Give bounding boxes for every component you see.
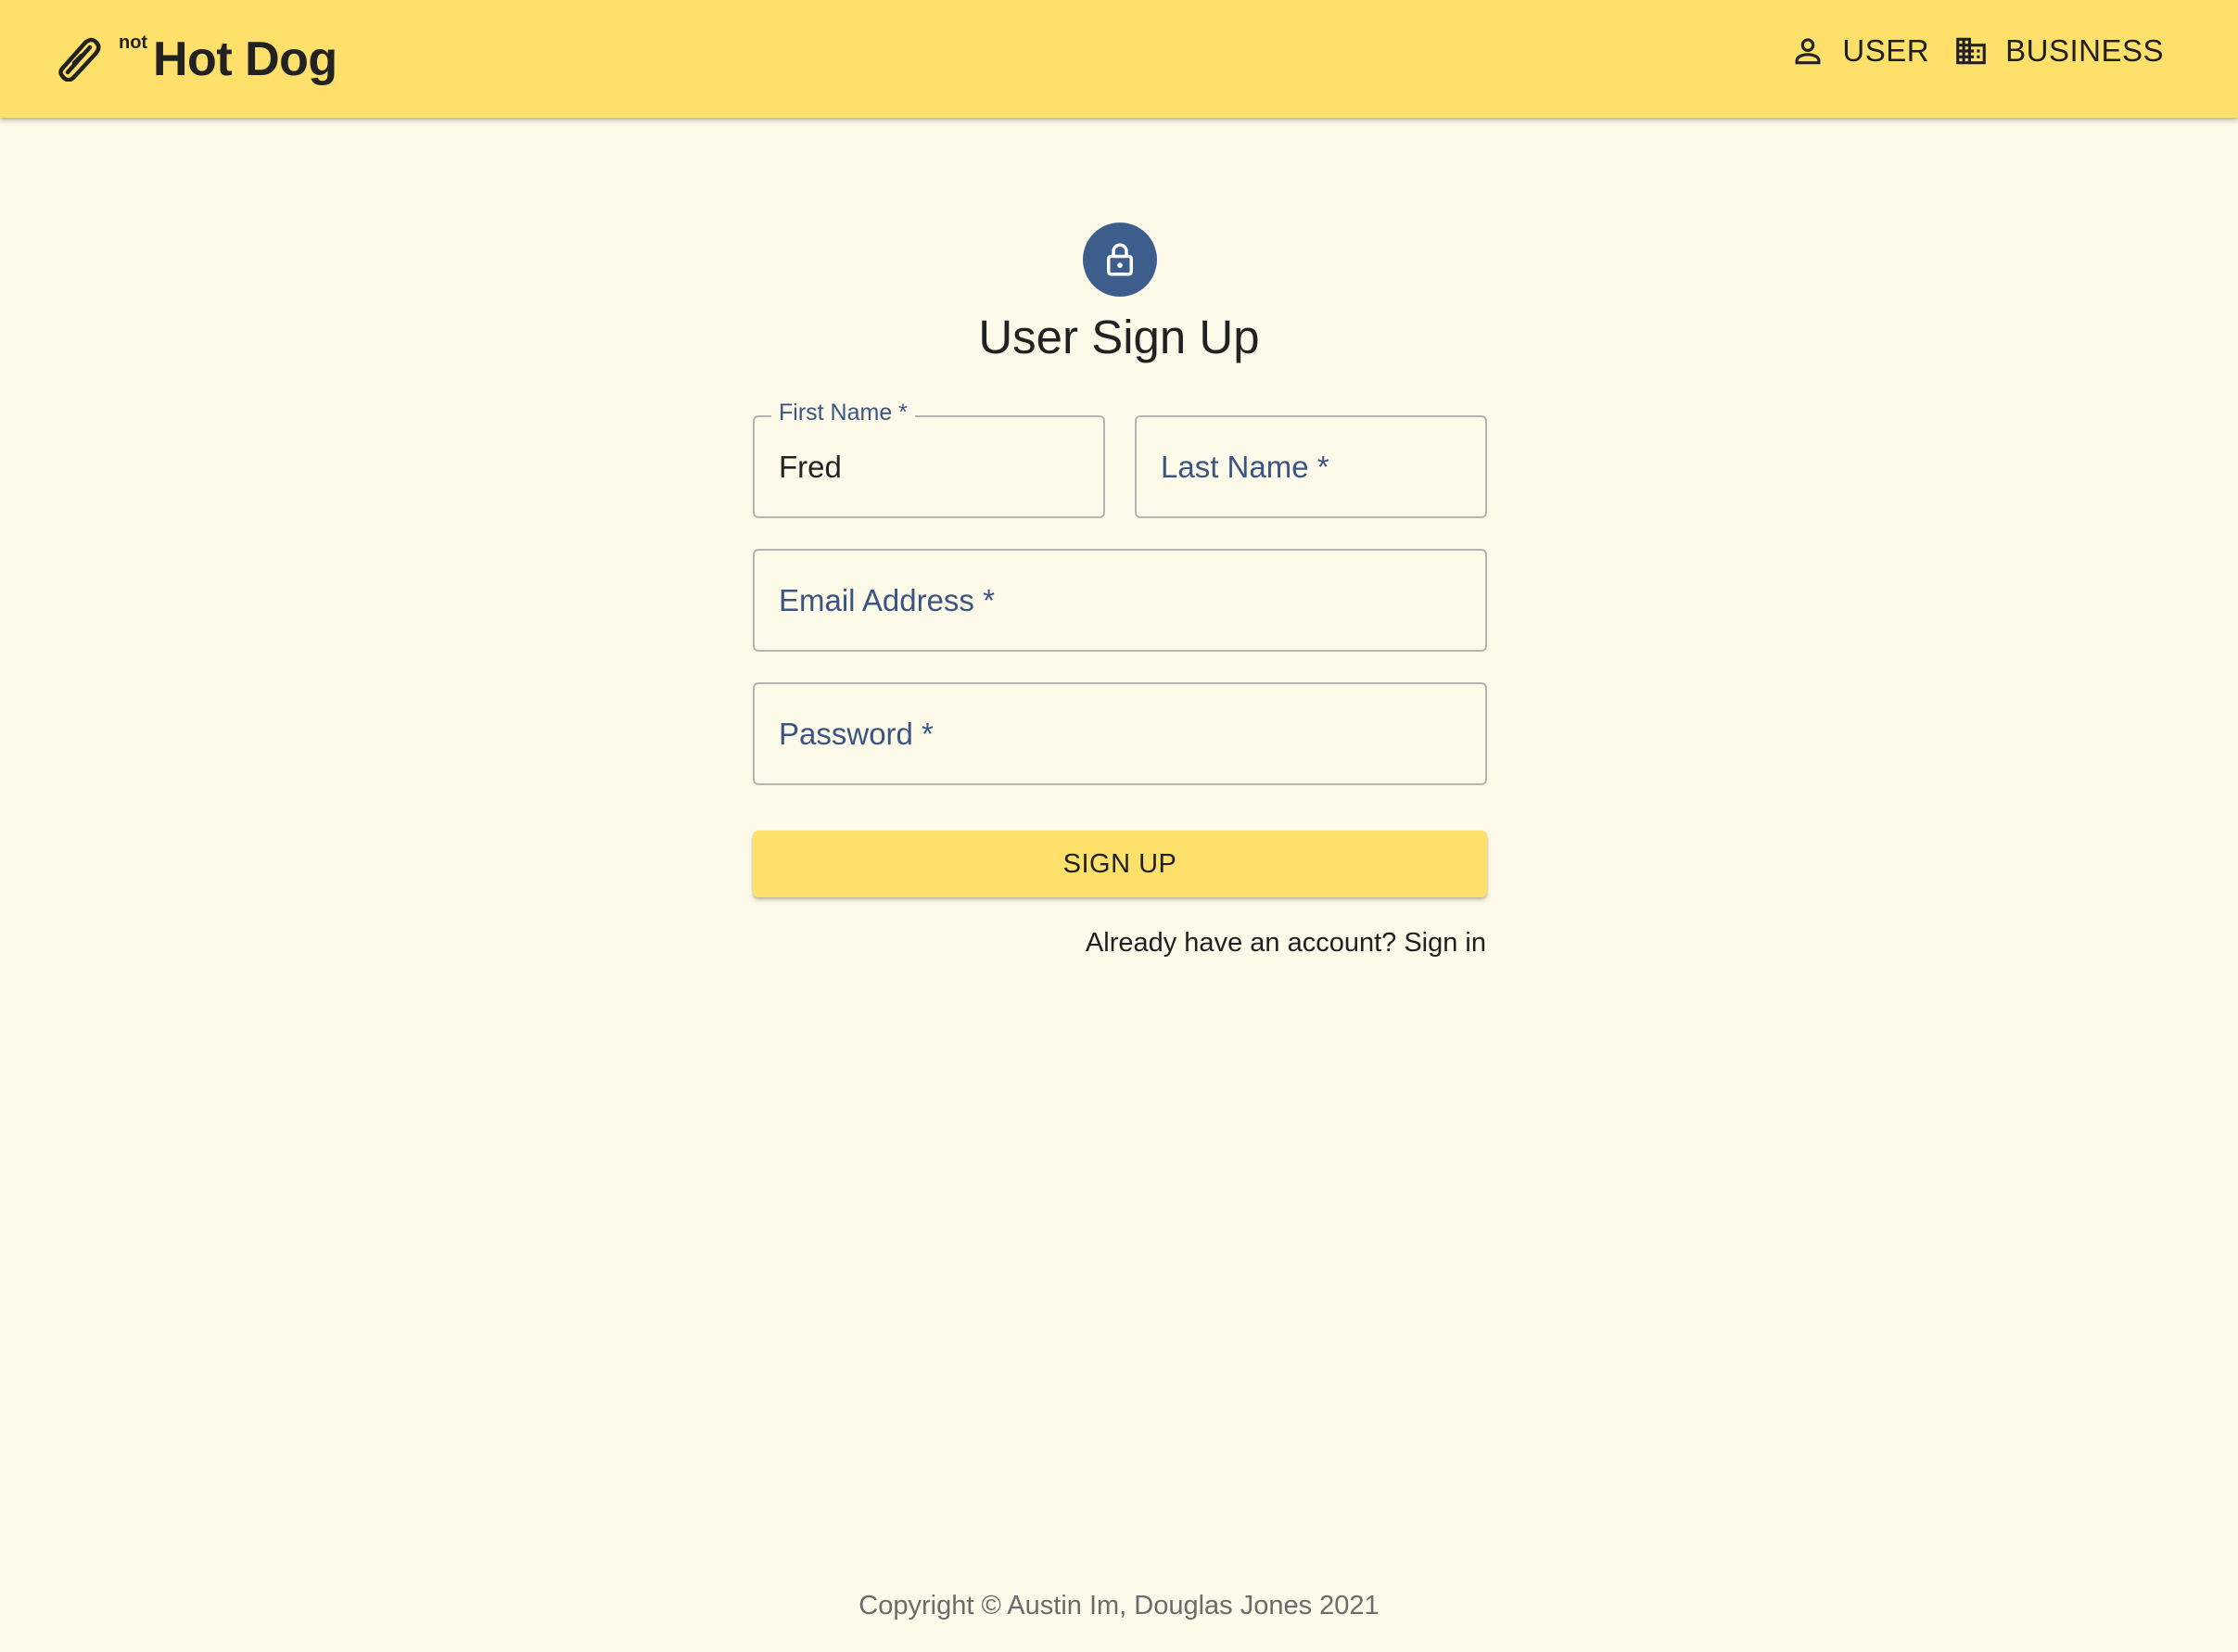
last-name-field[interactable]: Last Name * bbox=[1135, 415, 1487, 518]
brand-title: Hot Dog bbox=[153, 32, 337, 86]
app-bar: not Hot Dog USER BUSINESS bbox=[0, 0, 2238, 118]
sign-in-link[interactable]: Already have an account? Sign in bbox=[1086, 928, 1486, 959]
first-name-value: Fred bbox=[779, 449, 842, 484]
lock-avatar bbox=[1083, 222, 1157, 297]
email-placeholder: Email Address * bbox=[779, 582, 995, 617]
page-title: User Sign Up bbox=[978, 311, 1260, 363]
brand-superscript: not bbox=[119, 32, 148, 53]
nav-user-label: USER bbox=[1842, 33, 1930, 68]
email-field[interactable]: Email Address * bbox=[753, 549, 1487, 652]
last-name-placeholder: Last Name * bbox=[1161, 449, 1329, 484]
password-field[interactable]: Password * bbox=[753, 682, 1487, 785]
person-icon bbox=[1795, 38, 1821, 65]
building-icon bbox=[1956, 37, 1986, 65]
nav-business-label: BUSINESS bbox=[2005, 33, 2164, 68]
sign-up-button[interactable]: SIGN UP bbox=[753, 831, 1487, 897]
hot-dog-icon bbox=[58, 37, 101, 82]
nav-user-button[interactable]: USER bbox=[1790, 33, 1929, 69]
password-placeholder: Password * bbox=[779, 716, 934, 751]
first-name-field[interactable]: First Name * Fred bbox=[753, 400, 1105, 518]
first-name-label: First Name * bbox=[771, 400, 915, 426]
top-nav: USER BUSINESS bbox=[1790, 33, 2164, 69]
lock-icon bbox=[1107, 243, 1133, 276]
brand-logo[interactable]: not Hot Dog bbox=[57, 28, 337, 89]
copyright-footer: Copyright © Austin Im, Douglas Jones 202… bbox=[858, 1591, 1380, 1620]
nav-business-button[interactable]: BUSINESS bbox=[1953, 33, 2164, 69]
